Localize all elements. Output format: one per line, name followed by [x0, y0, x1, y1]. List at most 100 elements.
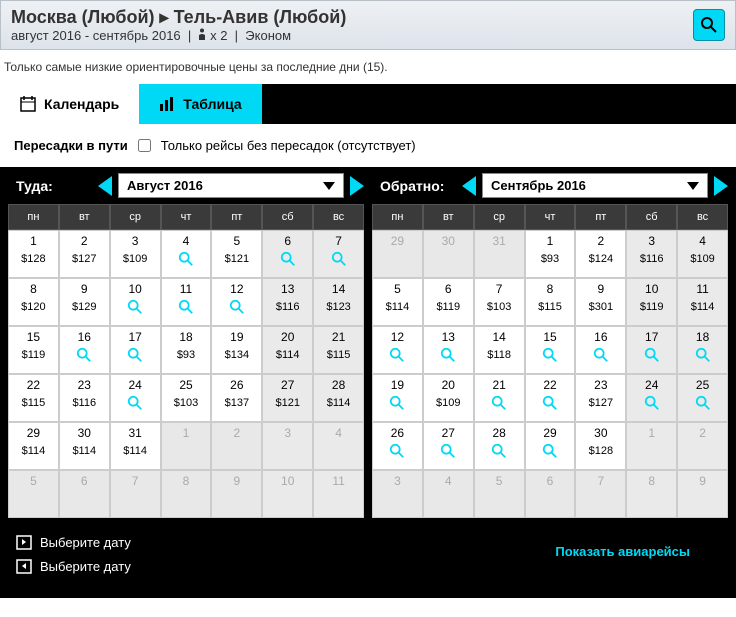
day-cell[interactable]: 9$301: [575, 278, 626, 326]
return-header: Обратно: Сентябрь 2016: [372, 167, 728, 204]
dow-header: вт: [59, 204, 110, 230]
day-cell[interactable]: 17: [110, 326, 161, 374]
search-icon: [331, 251, 347, 267]
day-cell[interactable]: 27: [423, 422, 474, 470]
filter-label: Пересадки в пути: [14, 138, 128, 153]
dow-header: вт: [423, 204, 474, 230]
day-cell: 2: [677, 422, 728, 470]
day-cell[interactable]: 22: [525, 374, 576, 422]
day-cell[interactable]: 21: [474, 374, 525, 422]
day-cell[interactable]: 7: [313, 230, 364, 278]
day-cell[interactable]: 4$109: [677, 230, 728, 278]
day-cell[interactable]: 1$128: [8, 230, 59, 278]
day-cell[interactable]: 11$114: [677, 278, 728, 326]
day-cell[interactable]: 26: [372, 422, 423, 470]
grid-out: пнвтсрчтптсбвс1$1282$1273$10945$121678$1…: [8, 204, 364, 518]
day-cell[interactable]: 7$103: [474, 278, 525, 326]
day-cell[interactable]: 31$114: [110, 422, 161, 470]
info-note: Только самые низкие ориентировочные цены…: [0, 50, 736, 84]
nonstop-checkbox[interactable]: [138, 139, 151, 152]
search-icon: [644, 347, 660, 363]
day-cell: 6: [59, 470, 110, 518]
day-cell[interactable]: 27$121: [262, 374, 313, 422]
search-icon: [229, 299, 245, 315]
day-cell[interactable]: 20$109: [423, 374, 474, 422]
day-cell[interactable]: 16: [575, 326, 626, 374]
search-icon: [491, 395, 507, 411]
day-cell[interactable]: 5$114: [372, 278, 423, 326]
day-cell[interactable]: 24: [626, 374, 677, 422]
day-cell[interactable]: 9$129: [59, 278, 110, 326]
next-month-out[interactable]: [350, 176, 364, 196]
route-title: Москва (Любой) ▸ Тель-Авив (Любой): [11, 7, 346, 28]
day-cell[interactable]: 6: [262, 230, 313, 278]
day-cell: 1: [161, 422, 212, 470]
day-cell[interactable]: 30$114: [59, 422, 110, 470]
day-cell[interactable]: 16: [59, 326, 110, 374]
day-cell[interactable]: 30$128: [575, 422, 626, 470]
day-cell[interactable]: 10: [110, 278, 161, 326]
day-cell[interactable]: 13$116: [262, 278, 313, 326]
prev-month-ret[interactable]: [462, 176, 476, 196]
search-icon: [593, 347, 609, 363]
tab-calendar[interactable]: Календарь: [0, 84, 139, 124]
day-cell: 10: [262, 470, 313, 518]
month-select-ret[interactable]: Сентябрь 2016: [482, 173, 708, 198]
day-cell[interactable]: 5$121: [211, 230, 262, 278]
day-cell: 4: [423, 470, 474, 518]
day-cell[interactable]: 15$119: [8, 326, 59, 374]
day-cell[interactable]: 17: [626, 326, 677, 374]
day-cell[interactable]: 8$115: [525, 278, 576, 326]
day-cell[interactable]: 2$124: [575, 230, 626, 278]
day-cell[interactable]: 24: [110, 374, 161, 422]
footer: Выберите дату Выберите дату Показать ави…: [0, 518, 736, 598]
day-cell[interactable]: 22$115: [8, 374, 59, 422]
search-icon: [178, 299, 194, 315]
day-cell[interactable]: 19$134: [211, 326, 262, 374]
day-cell[interactable]: 10$119: [626, 278, 677, 326]
day-cell[interactable]: 26$137: [211, 374, 262, 422]
day-cell[interactable]: 14$123: [313, 278, 364, 326]
day-cell[interactable]: 12: [211, 278, 262, 326]
day-cell[interactable]: 4: [161, 230, 212, 278]
day-cell[interactable]: 2$127: [59, 230, 110, 278]
day-cell[interactable]: 28: [474, 422, 525, 470]
tab-table[interactable]: Таблица: [139, 84, 261, 124]
day-cell[interactable]: 14$118: [474, 326, 525, 374]
day-cell: 3: [372, 470, 423, 518]
day-cell[interactable]: 28$114: [313, 374, 364, 422]
day-cell[interactable]: 25: [677, 374, 728, 422]
day-cell[interactable]: 19: [372, 374, 423, 422]
day-cell[interactable]: 23$116: [59, 374, 110, 422]
day-cell[interactable]: 21$115: [313, 326, 364, 374]
day-cell[interactable]: 3$116: [626, 230, 677, 278]
day-cell[interactable]: 13: [423, 326, 474, 374]
day-cell[interactable]: 18$93: [161, 326, 212, 374]
day-cell[interactable]: 20$114: [262, 326, 313, 374]
day-cell[interactable]: 29: [525, 422, 576, 470]
dow-header: пн: [372, 204, 423, 230]
day-cell[interactable]: 15: [525, 326, 576, 374]
pick-depart[interactable]: Выберите дату: [16, 530, 131, 554]
tab-calendar-label: Календарь: [44, 96, 119, 112]
day-cell[interactable]: 6$119: [423, 278, 474, 326]
month-select-out[interactable]: Август 2016: [118, 173, 344, 198]
show-flights-button[interactable]: Показать авиарейсы: [525, 530, 720, 573]
day-cell[interactable]: 29$114: [8, 422, 59, 470]
search-button[interactable]: [693, 9, 725, 41]
search-icon: [542, 395, 558, 411]
day-cell[interactable]: 3$109: [110, 230, 161, 278]
dow-header: сб: [262, 204, 313, 230]
day-cell[interactable]: 8$120: [8, 278, 59, 326]
day-cell[interactable]: 12: [372, 326, 423, 374]
prev-month-out[interactable]: [98, 176, 112, 196]
next-month-ret[interactable]: [714, 176, 728, 196]
pick-return[interactable]: Выберите дату: [16, 554, 131, 578]
pax-count: x 2: [210, 28, 227, 43]
day-cell[interactable]: 25$103: [161, 374, 212, 422]
day-cell[interactable]: 1$93: [525, 230, 576, 278]
day-cell[interactable]: 11: [161, 278, 212, 326]
day-cell[interactable]: 23$127: [575, 374, 626, 422]
day-cell[interactable]: 18: [677, 326, 728, 374]
day-cell: 11: [313, 470, 364, 518]
